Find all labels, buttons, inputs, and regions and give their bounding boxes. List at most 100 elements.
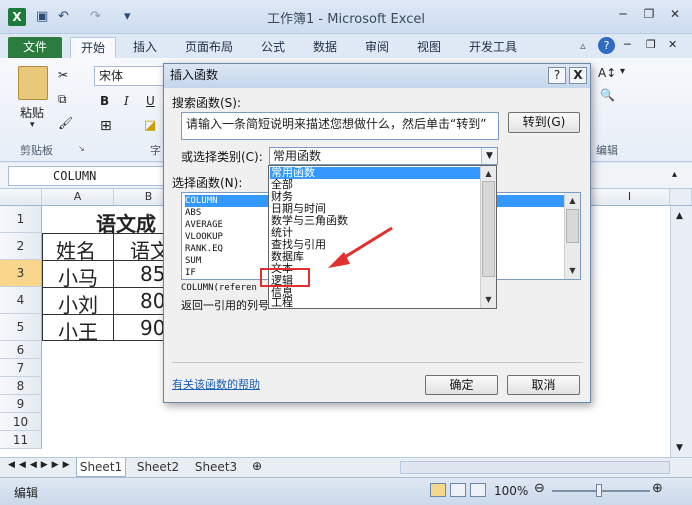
vertical-scrollbar[interactable]	[670, 206, 692, 457]
page-layout-view-icon[interactable]	[450, 483, 466, 497]
goto-button[interactable]: 转到(G)	[508, 112, 580, 133]
chevron-down-icon[interactable]: ▼	[481, 148, 497, 164]
tab-file[interactable]: 文件	[8, 37, 62, 58]
tab-page-layout[interactable]: 页面布局	[176, 37, 242, 58]
scroll-down-icon[interactable]: ▼	[482, 293, 495, 306]
function-item[interactable]: IF	[185, 267, 196, 279]
scroll-thumb[interactable]	[482, 181, 495, 277]
row-header-10[interactable]: 10	[0, 413, 42, 431]
tab-formulas[interactable]: 公式	[250, 37, 296, 58]
zoom-slider-thumb[interactable]	[596, 484, 602, 497]
doc-minimize-icon[interactable]: ─	[624, 38, 631, 51]
table-divider-h2	[42, 287, 164, 288]
function-item[interactable]: ABS	[185, 207, 201, 219]
function-item[interactable]: VLOOKUP	[185, 231, 223, 243]
horizontal-scrollbar[interactable]	[400, 461, 670, 474]
status-bar: 编辑 100% ⊖ ⊕	[0, 477, 692, 505]
paste-button[interactable]: 粘贴	[20, 104, 44, 121]
row-header-7[interactable]: 7	[0, 359, 42, 377]
collapse-ribbon-icon[interactable]: ▵	[580, 39, 586, 52]
dialog-help-button[interactable]: ?	[548, 67, 566, 84]
function-description: 返回一引用的列号	[181, 299, 269, 312]
find-select-icon[interactable]: 🔍	[600, 88, 615, 102]
row-header-5[interactable]: 5	[0, 314, 42, 341]
ok-button[interactable]: 确定	[425, 375, 498, 395]
table-divider-h1	[42, 260, 164, 261]
cut-icon[interactable]: ✂	[58, 68, 68, 82]
scroll-up-icon[interactable]: ▲	[482, 167, 495, 180]
zoom-out-icon[interactable]: ⊖	[534, 481, 545, 496]
category-select[interactable]: 常用函数 ▼	[269, 147, 498, 165]
sheet-tab-2[interactable]: Sheet2	[132, 458, 184, 477]
normal-view-icon[interactable]	[430, 483, 446, 497]
row-header-3[interactable]: 3	[0, 260, 42, 287]
minimize-icon[interactable]: ─	[612, 5, 634, 23]
format-painter-icon[interactable]: 🖌	[58, 116, 73, 130]
sort-filter-icon[interactable]: A↕	[598, 66, 616, 80]
function-item[interactable]: SUM	[185, 255, 201, 267]
function-list-scrollbar[interactable]: ▲ ▼	[564, 193, 580, 279]
scroll-up-icon[interactable]: ▲	[676, 211, 683, 221]
category-label: 或选择类别(C):	[181, 150, 263, 164]
clipboard-launcher-icon[interactable]: ↘	[78, 144, 85, 153]
zoom-level[interactable]: 100%	[494, 484, 528, 498]
tab-view[interactable]: 视图	[406, 37, 452, 58]
column-header-filler	[670, 189, 692, 206]
name-box[interactable]: COLUMN	[8, 166, 164, 186]
doc-restore-icon[interactable]: ❐	[646, 38, 656, 51]
sort-filter-dropdown-icon[interactable]: ▾	[620, 66, 625, 77]
tab-data[interactable]: 数据	[302, 37, 348, 58]
expand-formula-icon[interactable]: ▴	[672, 169, 677, 180]
function-help-link[interactable]: 有关该函数的帮助	[172, 376, 260, 392]
copy-icon[interactable]: ⧉	[58, 92, 67, 107]
category-option[interactable]: 常用函数	[270, 167, 480, 179]
paste-icon[interactable]	[18, 66, 48, 100]
scroll-down-icon[interactable]: ▼	[676, 443, 683, 453]
category-dropdown-list[interactable]: 常用函数 全部 财务 日期与时间 数学与三角函数 统计 查找与引用 数据库 文本…	[268, 165, 497, 309]
column-header-a[interactable]: A	[42, 189, 114, 206]
tab-insert[interactable]: 插入	[122, 37, 168, 58]
row-header-2[interactable]: 2	[0, 233, 42, 260]
help-icon[interactable]: ?	[598, 37, 615, 54]
bold-button[interactable]: B	[100, 94, 109, 108]
dialog-close-button[interactable]: X	[569, 67, 587, 84]
category-option[interactable]: 工程	[270, 297, 293, 309]
row-header-9[interactable]: 9	[0, 395, 42, 413]
doc-close-icon[interactable]: ✕	[668, 38, 677, 51]
ribbon-tabs: 文件 开始 插入 页面布局 公式 数据 审阅 视图 开发工具 ▵ ? ─ ❐ ✕	[0, 34, 692, 58]
underline-button[interactable]: U	[146, 94, 155, 108]
scroll-thumb[interactable]	[566, 209, 579, 243]
category-list-scrollbar[interactable]: ▲ ▼	[480, 166, 496, 308]
font-name-box[interactable]: 宋体	[94, 66, 166, 86]
sheet-nav-icons[interactable]: ◀◀◀▶▶▶	[8, 460, 74, 470]
restore-icon[interactable]: ❐	[638, 5, 660, 23]
tab-review[interactable]: 审阅	[354, 37, 400, 58]
zoom-in-icon[interactable]: ⊕	[652, 481, 663, 496]
function-item[interactable]: AVERAGE	[185, 219, 223, 231]
search-label: 搜索函数(S):	[172, 96, 242, 110]
page-break-view-icon[interactable]	[470, 483, 486, 497]
scroll-up-icon[interactable]: ▲	[566, 194, 579, 207]
tab-home[interactable]: 开始	[70, 37, 116, 58]
select-all-corner[interactable]	[0, 189, 42, 206]
row-header-8[interactable]: 8	[0, 377, 42, 395]
title-bar: X ▣ ↶ ↷ ▾ 工作簿1 - Microsoft Excel ─ ❐ ✕	[0, 0, 692, 34]
paste-dropdown-icon[interactable]: ▾	[30, 120, 35, 130]
borders-icon[interactable]: ⊞	[100, 118, 112, 134]
row-header-4[interactable]: 4	[0, 287, 42, 314]
close-window-icon[interactable]: ✕	[664, 5, 686, 23]
cancel-button[interactable]: 取消	[507, 375, 580, 395]
column-header-i[interactable]: I	[590, 189, 670, 206]
scroll-down-icon[interactable]: ▼	[566, 264, 579, 277]
row-header-6[interactable]: 6	[0, 341, 42, 359]
row-header-1[interactable]: 1	[0, 206, 42, 233]
italic-button[interactable]: I	[124, 94, 129, 108]
fill-color-icon[interactable]: ◪	[144, 118, 156, 133]
function-search-input[interactable]: 请输入一条简短说明来描述您想做什么，然后单击“转到”	[181, 112, 499, 140]
function-item[interactable]: RANK.EQ	[185, 243, 223, 255]
sheet-tab-1[interactable]: Sheet1	[76, 458, 126, 477]
tab-developer[interactable]: 开发工具	[460, 37, 526, 58]
sheet-tab-3[interactable]: Sheet3	[190, 458, 242, 477]
new-sheet-icon[interactable]: ⊕	[252, 459, 262, 473]
row-header-11[interactable]: 11	[0, 431, 42, 449]
